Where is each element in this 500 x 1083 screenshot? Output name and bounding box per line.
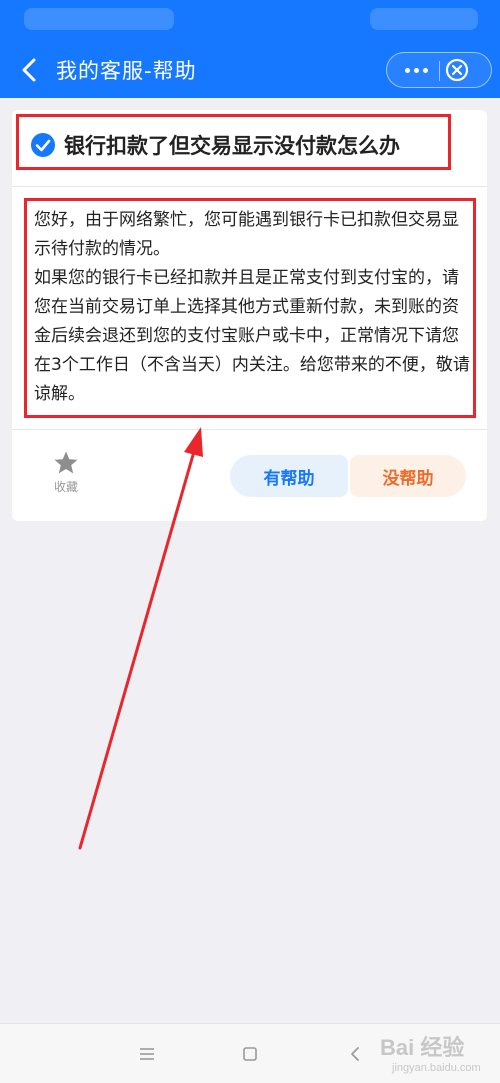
watermark-brand: Bai 经验: [380, 1035, 465, 1060]
close-button[interactable]: [445, 58, 469, 82]
back-button[interactable]: [10, 50, 50, 90]
capsule-divider: [439, 61, 440, 81]
status-bar-blurred-right: [370, 8, 478, 30]
watermark-url: jingyan.baidu.com: [392, 1062, 481, 1074]
page-title: 我的客服-帮助: [56, 59, 197, 83]
back-triangle-icon: [351, 1047, 359, 1061]
check-circle-icon: [31, 133, 55, 157]
home-nav-button[interactable]: [238, 1042, 262, 1066]
home-square-icon: [243, 1047, 257, 1061]
unhelpful-button[interactable]: 没帮助: [350, 455, 466, 497]
more-button[interactable]: [395, 53, 437, 87]
back-nav-button[interactable]: [343, 1042, 367, 1066]
menu-nav-button[interactable]: [135, 1042, 159, 1066]
helpful-button[interactable]: 有帮助: [230, 455, 348, 497]
divider: [12, 429, 487, 430]
star-icon: [54, 451, 78, 474]
answer-paragraph: 如果您的银行卡已经扣款并且是正常支付到支付宝的，请您在当前交易订单上选择其他方式…: [34, 268, 470, 404]
mini-program-capsule: [386, 52, 492, 88]
more-dot-icon: [404, 67, 410, 73]
close-circle-icon: [445, 58, 469, 82]
status-bar-blurred-left: [24, 8, 174, 30]
help-article-card: 银行扣款了但交易显示没付款怎么办 您好，由于网络繁忙，您可能遇到银行卡已扣款但交…: [12, 110, 487, 521]
menu-icon: [140, 1048, 154, 1060]
chevron-left-icon: [22, 58, 36, 82]
favorite-label: 收藏: [53, 480, 78, 494]
more-dot-icon: [422, 67, 428, 73]
divider: [12, 186, 487, 187]
answer-text: 您好，由于网络繁忙，您可能遇到银行卡已扣款但交易显示待付款的情况。 如果您的银行…: [34, 206, 474, 409]
question-title: 银行扣款了但交易显示没付款怎么办: [64, 134, 400, 158]
favorite-button[interactable]: 收藏: [46, 450, 86, 498]
more-dot-icon: [413, 67, 419, 73]
status-bar: [0, 0, 500, 42]
title-bar: 我的客服-帮助: [0, 42, 500, 98]
answer-paragraph: 您好，由于网络繁忙，您可能遇到银行卡已扣款但交易显示待付款的情况。: [34, 210, 459, 259]
